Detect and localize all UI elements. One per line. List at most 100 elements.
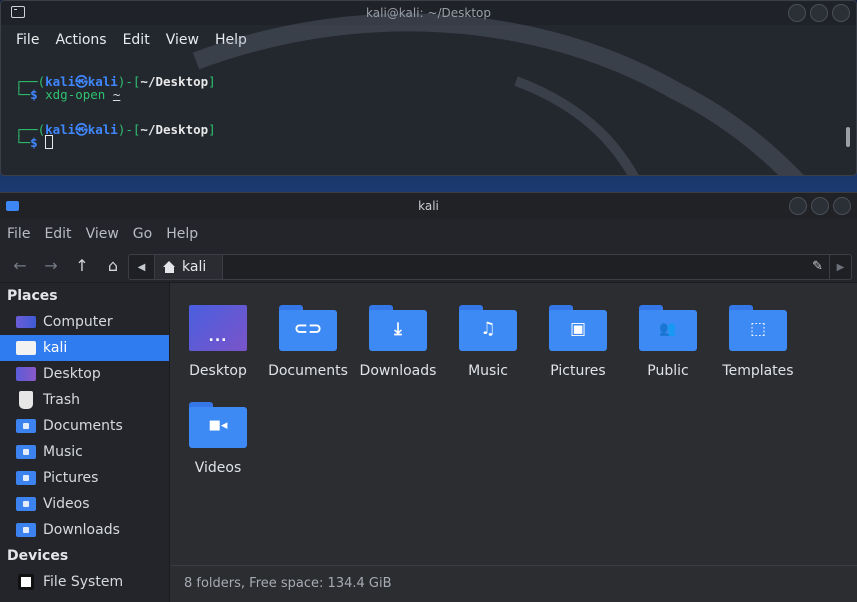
sidebar-item-label: Music — [43, 444, 83, 460]
folder-item-templates[interactable]: ⬚ Templates — [713, 305, 803, 379]
kali-dragon-watermark — [192, 13, 804, 175]
sidebar-item-label: Downloads — [43, 522, 120, 538]
folder-label: Public — [647, 363, 689, 379]
terminal-output[interactable]: ┌──(kali㉿kali)-[~/Desktop] └─$ xdg-open … — [1, 13, 856, 175]
up-arrow-icon[interactable]: ↑ — [70, 254, 94, 278]
desktop-icon — [16, 367, 36, 381]
folder-label: Documents — [268, 363, 348, 379]
sidebar-item-label: Computer — [43, 314, 113, 330]
desktop-folder-icon — [189, 305, 247, 351]
fm-menu-go[interactable]: Go — [126, 222, 159, 246]
sidebar-item-downloads[interactable]: Downloads — [0, 517, 169, 543]
computer-icon — [16, 316, 36, 328]
fm-menu-help[interactable]: Help — [159, 222, 205, 246]
fm-maximize-button[interactable] — [811, 197, 829, 215]
pictures-folder-icon — [16, 471, 36, 485]
sidebar-item-label: Videos — [43, 496, 90, 512]
back-arrow-icon[interactable]: ← — [8, 254, 32, 278]
folder-label: Downloads — [359, 363, 437, 379]
music-folder-icon: ♫ — [459, 305, 517, 351]
sidebar: Places Computer kali Desktop Trash Docum… — [0, 283, 170, 602]
sidebar-item-label: Pictures — [43, 470, 99, 486]
folder-item-videos[interactable]: ■◂ Videos — [173, 402, 263, 476]
file-manager-menubar: File Edit View Go Help — [0, 219, 857, 249]
sidebar-item-pictures[interactable]: Pictures — [0, 465, 169, 491]
terminal-scrollbar[interactable] — [846, 127, 850, 147]
trash-icon — [19, 391, 33, 409]
command-text: xdg-open — [45, 87, 106, 102]
prompt-host: kali — [87, 122, 118, 137]
folder-item-music[interactable]: ♫ Music — [443, 305, 533, 379]
status-bar: 8 folders, Free space: 134.4 GiB — [171, 565, 857, 602]
path-scroll-right-icon[interactable]: ▶ — [829, 255, 851, 279]
disk-icon — [18, 574, 34, 590]
sidebar-item-videos[interactable]: Videos — [0, 491, 169, 517]
home-icon — [163, 261, 176, 273]
sidebar-item-computer[interactable]: Computer — [0, 309, 169, 335]
sidebar-item-label: File System — [43, 574, 124, 590]
folder-view[interactable]: Desktop ⊂⊃ Documents ⤓ Downloads ♫ Music… — [171, 283, 857, 565]
file-manager-toolbar: ← → ↑ ⌂ ◀ kali ✎ ▶ — [0, 249, 857, 283]
sidebar-item-music[interactable]: Music — [0, 439, 169, 465]
sidebar-item-desktop[interactable]: Desktop — [0, 361, 169, 387]
fm-menu-edit[interactable]: Edit — [37, 222, 78, 246]
templates-folder-icon: ⬚ — [729, 305, 787, 351]
file-manager-titlebar[interactable]: kali — [0, 193, 857, 219]
sidebar-item-label: Desktop — [43, 366, 101, 382]
terminal-menu-edit[interactable]: Edit — [116, 28, 157, 52]
sidebar-item-kali[interactable]: kali — [0, 335, 169, 361]
file-manager-window: kali File Edit View Go Help ← → ↑ ⌂ ◀ ka… — [0, 192, 857, 602]
sidebar-item-documents[interactable]: Documents — [0, 413, 169, 439]
path-scroll-left-icon[interactable]: ◀ — [129, 255, 155, 279]
sidebar-item-label: Trash — [43, 392, 80, 408]
folder-item-public[interactable]: 👥 Public — [623, 305, 713, 379]
videos-folder-icon: ■◂ — [189, 402, 247, 448]
prompt-cwd: ~/Desktop — [140, 74, 209, 89]
text-cursor — [45, 135, 54, 149]
home-drive-icon — [16, 341, 36, 355]
folder-label: Desktop — [189, 363, 247, 379]
downloads-folder-icon — [16, 523, 36, 537]
folder-item-downloads[interactable]: ⤓ Downloads — [353, 305, 443, 379]
terminal-menu-file[interactable]: File — [9, 28, 46, 52]
folder-label: Videos — [194, 460, 242, 476]
folder-label: Templates — [722, 363, 794, 379]
sidebar-item-file-system[interactable]: File System — [0, 569, 169, 595]
prompt-at-symbol: ㉿ — [75, 122, 88, 137]
terminal-window: kali@kali: ~/Desktop File Actions Edit V… — [0, 0, 857, 176]
prompt-symbol: $ — [30, 135, 38, 150]
path-bar: ◀ kali ✎ ▶ — [128, 254, 852, 280]
downloads-folder-icon: ⤓ — [369, 305, 427, 351]
forward-arrow-icon[interactable]: → — [39, 254, 63, 278]
folder-item-desktop[interactable]: Desktop — [173, 305, 263, 379]
folder-label: Music — [468, 363, 508, 379]
public-folder-icon: 👥 — [639, 305, 697, 351]
path-crumb-label: kali — [182, 259, 207, 275]
terminal-menu-actions[interactable]: Actions — [48, 28, 113, 52]
fm-close-button[interactable] — [833, 197, 851, 215]
music-folder-icon — [16, 445, 36, 459]
fm-menu-view[interactable]: View — [79, 222, 126, 246]
home-icon[interactable]: ⌂ — [101, 254, 125, 278]
sidebar-heading-devices: Devices — [7, 548, 69, 564]
folder-label: Pictures — [550, 363, 606, 379]
videos-folder-icon — [16, 497, 36, 511]
command-arg: ~ — [112, 87, 121, 102]
pictures-folder-icon: ▣ — [549, 305, 607, 351]
home-folder-app-icon — [6, 201, 19, 211]
sidebar-item-trash[interactable]: Trash — [0, 387, 169, 413]
folder-item-pictures[interactable]: ▣ Pictures — [533, 305, 623, 379]
fm-minimize-button[interactable] — [789, 197, 807, 215]
fm-menu-file[interactable]: File — [0, 222, 37, 246]
sidebar-item-label: kali — [43, 340, 68, 356]
prompt-symbol: $ — [30, 87, 38, 102]
folder-item-documents[interactable]: ⊂⊃ Documents — [263, 305, 353, 379]
sidebar-heading-places: Places — [7, 288, 58, 304]
documents-folder-icon: ⊂⊃ — [279, 305, 337, 351]
sidebar-item-label: Documents — [43, 418, 123, 434]
pencil-edit-icon[interactable]: ✎ — [812, 259, 823, 274]
prompt-cwd: ~/Desktop — [140, 122, 209, 137]
file-manager-title: kali — [418, 199, 439, 213]
prompt-line-1-command: └─$ xdg-open ~ — [15, 87, 121, 102]
path-crumb-home[interactable]: kali — [155, 255, 223, 279]
